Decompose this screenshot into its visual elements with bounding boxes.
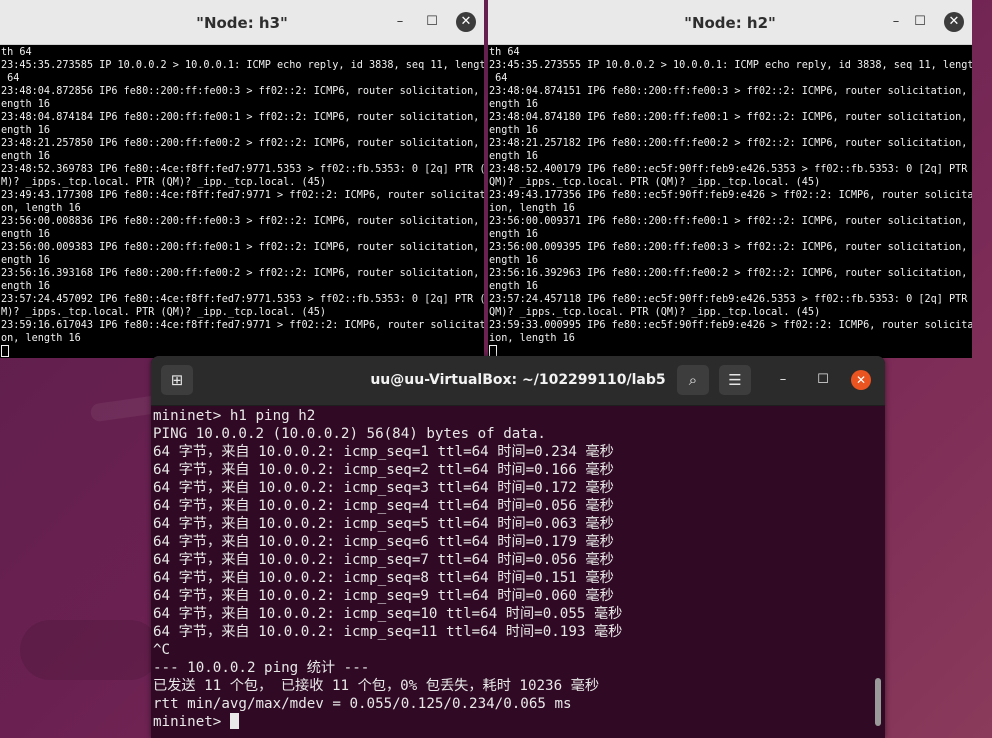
output-line: rtt min/avg/max/mdev = 0.055/0.125/0.234… [153, 696, 572, 712]
output-line: ength 16 [1, 99, 51, 110]
output-line: on, length 16 [1, 333, 81, 344]
output-line: ength 16 [489, 281, 539, 292]
output-line: th 64 [489, 47, 520, 58]
output-line: QM)? _ipps._tcp.local. PTR (QM)? _ipp._t… [489, 177, 821, 188]
output-line: 23:45:35.273555 IP 10.0.0.2 > 10.0.0.1: … [489, 60, 972, 71]
output-line: ength 16 [1, 281, 51, 292]
terminal-headerbar[interactable]: ⊞ uu@uu-VirtualBox: ~/102299110/lab5 ⌕ ☰… [151, 356, 885, 406]
output-line: ion, length 16 [489, 203, 575, 214]
search-icon[interactable]: ⌕ [677, 365, 709, 395]
output-line: on, length 16 [1, 203, 81, 214]
output-line: ength 16 [489, 125, 539, 136]
output-line: 23:48:52.400179 IP6 fe80::ec5f:90ff:feb9… [489, 164, 972, 175]
output-line: ength 16 [1, 151, 51, 162]
output-line: ength 16 [489, 229, 539, 240]
output-line: ength 16 [489, 151, 539, 162]
output-line: ength 16 [1, 255, 51, 266]
wallpaper-shape [20, 620, 160, 680]
output-line: 23:56:00.009383 IP6 fe80::200:ff:fe00:1 … [1, 242, 484, 253]
output-line: 23:57:24.457118 IP6 fe80::ec5f:90ff:feb9… [489, 294, 972, 305]
output-line: 23:56:00.009371 IP6 fe80::200:ff:fe00:1 … [489, 216, 972, 227]
output-line: ength 16 [1, 229, 51, 240]
output-line: th 64 [1, 47, 32, 58]
gnome-terminal-window[interactable]: ⊞ uu@uu-VirtualBox: ~/102299110/lab5 ⌕ ☰… [151, 356, 885, 738]
output-line: 64 字节，来自 10.0.0.2: icmp_seq=8 ttl=64 时间=… [153, 570, 614, 586]
minimize-icon[interactable]: – [773, 370, 793, 390]
output-line: ength 16 [489, 99, 539, 110]
output-line: --- 10.0.0.2 ping 统计 --- [153, 660, 370, 676]
output-line: 64 字节，来自 10.0.0.2: icmp_seq=2 ttl=64 时间=… [153, 462, 614, 478]
output-line: 64 [1, 73, 20, 84]
output-line: M)? _ipps._tcp.local. PTR (QM)? _ipp._tc… [1, 177, 327, 188]
output-line: 23:59:16.617043 IP6 fe80::4ce:f8ff:fed7:… [1, 320, 484, 331]
maximize-icon[interactable]: ☐ [813, 370, 833, 390]
output-line: 64 字节，来自 10.0.0.2: icmp_seq=4 ttl=64 时间=… [153, 498, 614, 514]
output-line: 23:56:00.008836 IP6 fe80::200:ff:fe00:3 … [1, 216, 484, 227]
output-line: 23:48:52.369783 IP6 fe80::4ce:f8ff:fed7:… [1, 164, 484, 175]
text-cursor [229, 713, 239, 729]
xterm-window-h3[interactable]: "Node: h3" – ☐ ✕ th 64 23:45:35.273585 IP… [0, 0, 484, 358]
output-line: 23:59:33.000995 IP6 fe80::ec5f:90ff:feb9… [489, 320, 972, 331]
xterm-h3-output[interactable]: th 64 23:45:35.273585 IP 10.0.0.2 > 10.0.… [0, 45, 484, 360]
output-line: 64 字节，来自 10.0.0.2: icmp_seq=9 ttl=64 时间=… [153, 588, 614, 604]
output-line: 64 字节，来自 10.0.0.2: icmp_seq=11 ttl=64 时间… [153, 624, 623, 640]
output-line: M)? _ipps._tcp.local. PTR (QM)? _ipp._tc… [1, 307, 327, 318]
output-line: ^C [153, 642, 171, 658]
close-icon[interactable]: ✕ [944, 12, 964, 32]
output-line: 64 字节，来自 10.0.0.2: icmp_seq=1 ttl=64 时间=… [153, 444, 614, 460]
xterm-h2-titlebar[interactable]: "Node: h2" – ☐ ✕ [488, 0, 972, 45]
output-line: 已发送 11 个包， 已接收 11 个包，0% 包丢失，耗时 10236 毫秒 [153, 678, 600, 694]
output-line: QM)? _ipps._tcp.local. PTR (QM)? _ipp._t… [489, 307, 821, 318]
output-line: 64 字节，来自 10.0.0.2: icmp_seq=5 ttl=64 时间=… [153, 516, 614, 532]
prompt-text: mininet> [153, 714, 230, 730]
maximize-icon[interactable]: ☐ [422, 12, 442, 32]
prompt-line[interactable]: mininet> [153, 713, 885, 731]
text-cursor [1, 345, 9, 357]
output-line: ength 16 [489, 255, 539, 266]
output-line: 64 字节，来自 10.0.0.2: icmp_seq=6 ttl=64 时间=… [153, 534, 614, 550]
output-line: 23:57:24.457092 IP6 fe80::4ce:f8ff:fed7:… [1, 294, 484, 305]
close-icon[interactable]: ✕ [456, 12, 476, 32]
output-line: mininet> h1 ping h2 [153, 408, 316, 424]
output-line: 23:56:16.393168 IP6 fe80::200:ff:fe00:2 … [1, 268, 484, 279]
output-line: 64 [489, 73, 508, 84]
output-line: 23:45:35.273585 IP 10.0.0.2 > 10.0.0.1: … [1, 60, 484, 71]
output-line: 64 字节，来自 10.0.0.2: icmp_seq=3 ttl=64 时间=… [153, 480, 614, 496]
output-line: 64 字节，来自 10.0.0.2: icmp_seq=10 ttl=64 时间… [153, 606, 623, 622]
close-icon[interactable]: ✕ [851, 370, 871, 390]
output-line: 64 字节，来自 10.0.0.2: icmp_seq=7 ttl=64 时间=… [153, 552, 614, 568]
terminal-output[interactable]: mininet> h1 ping h2 PING 10.0.0.2 (10.0.0… [151, 406, 885, 731]
output-line: ion, length 16 [489, 333, 575, 344]
output-line: 23:48:04.874180 IP6 fe80::200:ff:fe00:1 … [489, 112, 972, 123]
output-line: 23:48:04.872856 IP6 fe80::200:ff:fe00:3 … [1, 86, 484, 97]
output-line: 23:48:21.257850 IP6 fe80::200:ff:fe00:2 … [1, 138, 484, 149]
output-line: 23:49:43.177356 IP6 fe80::ec5f:90ff:feb9… [489, 190, 972, 201]
output-line: ength 16 [1, 125, 51, 136]
output-line: 23:56:00.009395 IP6 fe80::200:ff:fe00:3 … [489, 242, 972, 253]
minimize-icon[interactable]: – [390, 12, 410, 32]
output-line: 23:48:21.257182 IP6 fe80::200:ff:fe00:2 … [489, 138, 972, 149]
xterm-h3-title: "Node: h3" [196, 14, 288, 32]
xterm-window-h2[interactable]: "Node: h2" – ☐ ✕ th 64 23:45:35.273555 IP… [488, 0, 972, 358]
maximize-icon[interactable]: ☐ [910, 12, 930, 32]
output-line: 23:48:04.874151 IP6 fe80::200:ff:fe00:3 … [489, 86, 972, 97]
minimize-icon[interactable]: – [886, 12, 906, 32]
xterm-h3-titlebar[interactable]: "Node: h3" – ☐ ✕ [0, 0, 484, 45]
xterm-h2-output[interactable]: th 64 23:45:35.273555 IP 10.0.0.2 > 10.0.… [488, 45, 972, 360]
output-line: 23:56:16.392963 IP6 fe80::200:ff:fe00:2 … [489, 268, 972, 279]
output-line: PING 10.0.0.2 (10.0.0.2) 56(84) bytes of… [153, 426, 546, 442]
output-line: 23:48:04.874184 IP6 fe80::200:ff:fe00:1 … [1, 112, 484, 123]
output-line: 23:49:43.177308 IP6 fe80::4ce:f8ff:fed7:… [1, 190, 484, 201]
terminal-scrollbar[interactable] [875, 678, 881, 726]
hamburger-menu-icon[interactable]: ☰ [719, 365, 751, 395]
